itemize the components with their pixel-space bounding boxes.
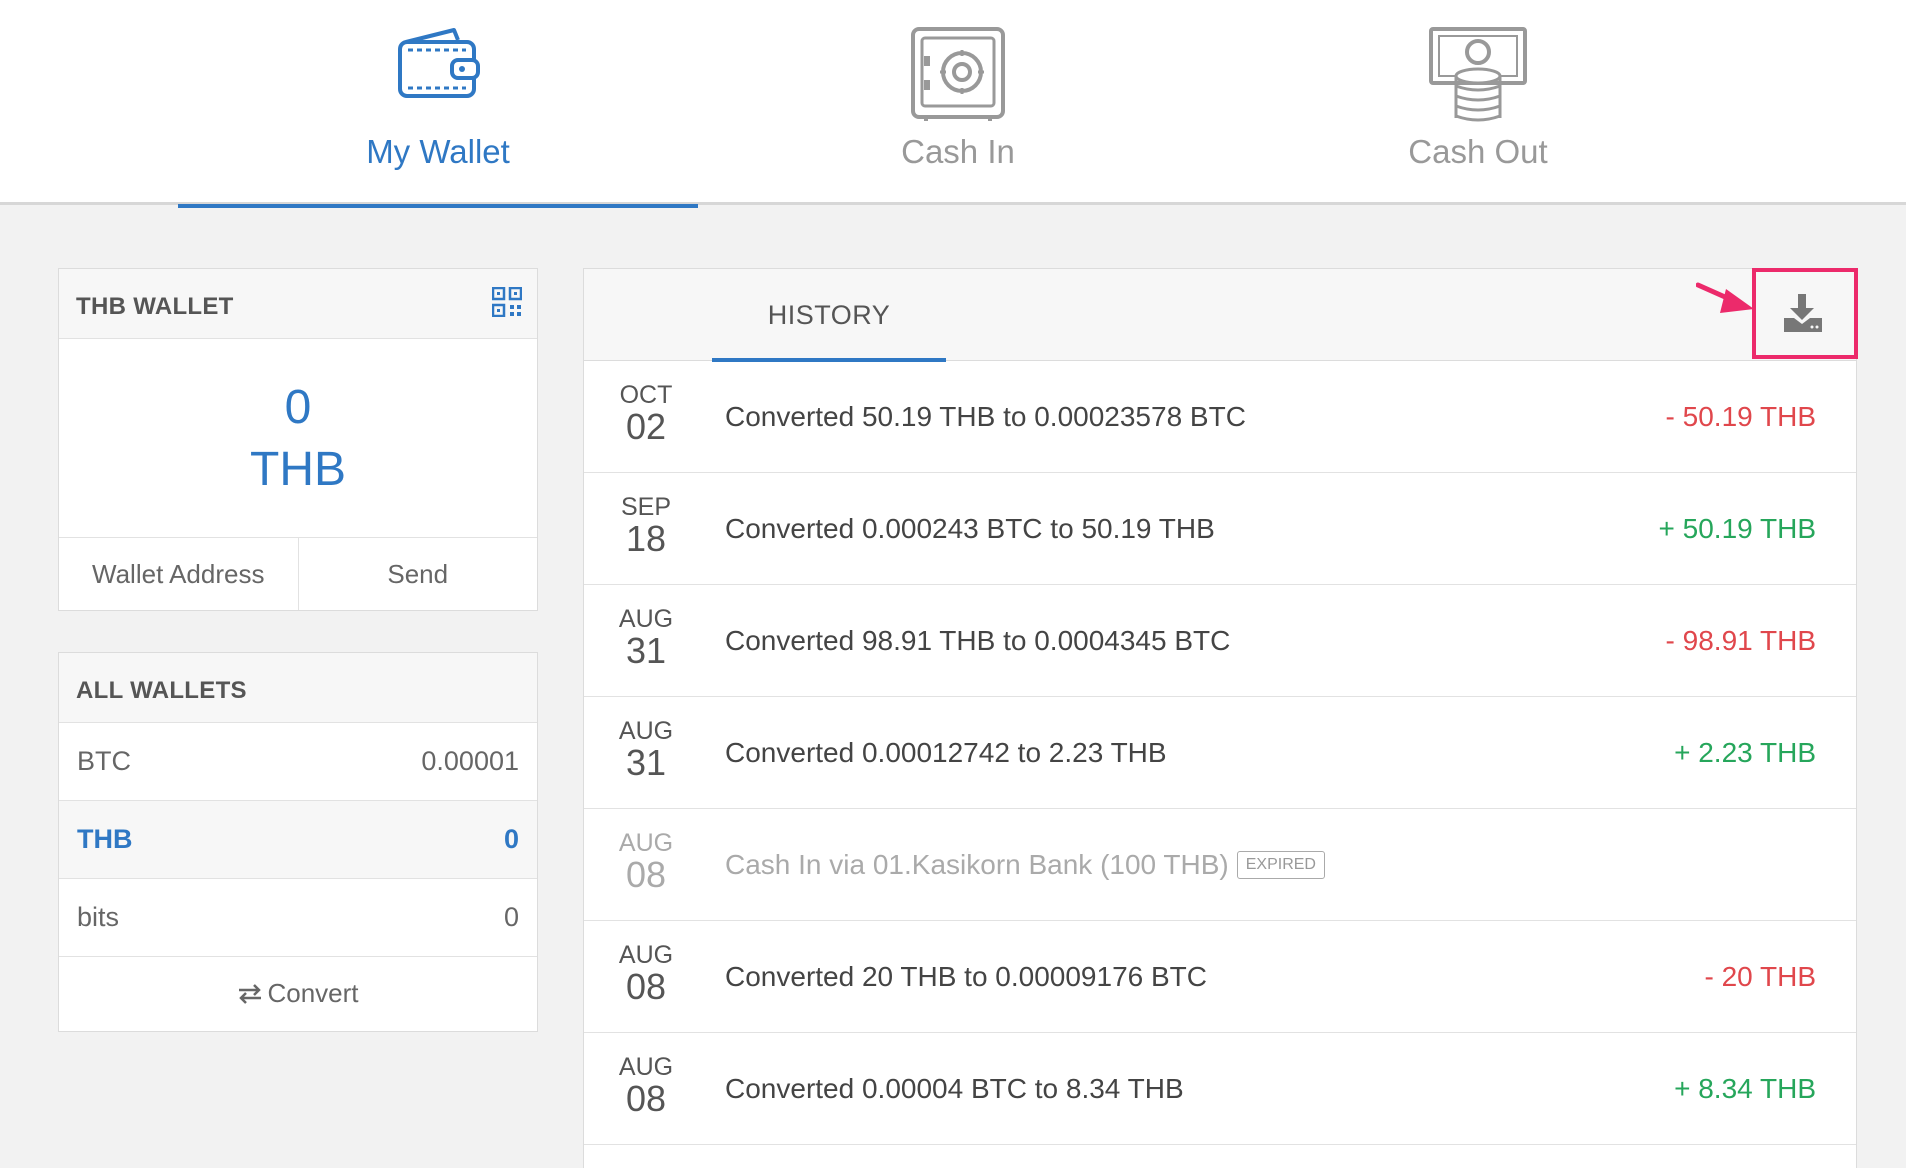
card-title: ALL WALLETS xyxy=(76,677,247,704)
history-header: HISTORY xyxy=(584,268,1858,362)
history-date: AUG 31 xyxy=(604,605,688,669)
history-date: SEP 18 xyxy=(604,493,688,557)
history-date: AUG 31 xyxy=(604,717,688,781)
history-month: AUG xyxy=(618,605,674,633)
tab-label: Cash Out xyxy=(1408,133,1548,170)
card-header: THB WALLET xyxy=(59,269,537,339)
balance-currency: THB xyxy=(250,442,346,496)
wallet-currency: bits xyxy=(77,902,120,932)
expired-badge: EXPIRED xyxy=(1236,850,1325,879)
top-navigation: My Wallet Cash In Cash Out xyxy=(0,0,1906,208)
history-row[interactable]: OCT 02 Converted 50.19 THB to 0.00023578… xyxy=(584,361,1856,473)
wallet-amount: 0 xyxy=(503,902,519,932)
history-description: Converted 50.19 THB to 0.00023578 BTC xyxy=(725,401,1246,432)
wallet-address-button[interactable]: Wallet Address xyxy=(59,538,298,610)
download-icon xyxy=(1784,294,1822,332)
wallet-row-thb[interactable]: THB 0 xyxy=(59,801,537,879)
history-row[interactable]: AUG 08 Cash In via 01.Kasikorn Bank (100… xyxy=(584,809,1856,921)
convert-label: Convert xyxy=(267,978,359,1008)
history-row[interactable]: AUG 08 Converted 20 THB to 0.00009176 BT… xyxy=(584,921,1856,1033)
card-header: ALL WALLETS xyxy=(59,653,537,723)
history-description: Converted 0.00012742 to 2.23 THB xyxy=(725,737,1167,768)
history-amount: + 50.19 THB xyxy=(1658,513,1816,544)
history-row[interactable]: SEP 18 Converted 0.000243 BTC to 50.19 T… xyxy=(584,473,1856,585)
history-date: AUG 08 xyxy=(604,941,688,1005)
history-month: AUG xyxy=(618,941,674,969)
history-amount: + 8.34 THB xyxy=(1674,1073,1816,1104)
wallet-amount: 0 xyxy=(503,824,519,854)
wallet-row-bits[interactable]: bits 0 xyxy=(59,879,537,957)
history-day: 08 xyxy=(625,1078,667,1119)
history-description: Cash In via 01.Kasikorn Bank (100 THB) EX… xyxy=(725,809,1325,921)
history-month: OCT xyxy=(619,381,673,409)
balance-amount: 0 xyxy=(284,381,312,434)
tab-cash-out[interactable]: Cash Out xyxy=(1218,0,1738,205)
tab-history[interactable]: HISTORY xyxy=(712,269,946,362)
history-row[interactable]: AUG 31 Converted 0.00012742 to 2.23 THB … xyxy=(584,697,1856,809)
history-day: 02 xyxy=(625,406,667,447)
history-amount: - 50.19 THB xyxy=(1665,401,1816,432)
tab-label: Cash In xyxy=(901,133,1015,170)
tab-cash-in[interactable]: Cash In xyxy=(698,0,1218,205)
history-description: Converted 98.91 THB to 0.0004345 BTC xyxy=(725,625,1231,656)
card-title: THB WALLET xyxy=(76,293,234,320)
all-wallets-card: ALL WALLETS BTC 0.00001 THB 0 bits 0 Con… xyxy=(58,652,538,1032)
wallet-balance: 0 THB xyxy=(59,379,537,498)
history-description: Converted 0.00004 BTC to 8.34 THB xyxy=(725,1073,1184,1104)
history-date: OCT 02 xyxy=(604,381,688,445)
wallet-row-btc[interactable]: BTC 0.00001 xyxy=(59,723,537,801)
wallet-currency: BTC xyxy=(77,746,131,776)
cash-coins-icon xyxy=(1429,27,1527,122)
history-panel: HISTORY OCT 02 Converted 50.19 THB to 0.… xyxy=(583,268,1858,1168)
history-row[interactable]: AUG 08 Converted 0.00004 BTC to 8.34 THB… xyxy=(584,1033,1856,1145)
history-amount: + 2.23 THB xyxy=(1674,737,1816,768)
history-day: 08 xyxy=(625,966,667,1007)
exchange-arrows-icon xyxy=(239,984,262,1004)
download-button[interactable] xyxy=(1752,268,1858,359)
send-button[interactable]: Send xyxy=(297,538,538,610)
history-day: 31 xyxy=(625,742,667,783)
wallet-currency: THB xyxy=(77,824,133,854)
history-day: 31 xyxy=(625,630,667,671)
history-month: AUG xyxy=(618,1053,674,1081)
safe-icon xyxy=(911,27,1005,121)
history-month: AUG xyxy=(618,829,674,857)
history-description: Converted 0.000243 BTC to 50.19 THB xyxy=(725,513,1215,544)
qr-code-icon[interactable] xyxy=(492,287,522,317)
tab-label: My Wallet xyxy=(366,133,510,170)
thb-wallet-card: THB WALLET 0 THB Wallet Address Send xyxy=(58,268,538,611)
tab-my-wallet[interactable]: My Wallet xyxy=(178,0,698,208)
history-date: AUG 08 xyxy=(604,829,688,893)
history-day: 08 xyxy=(625,854,667,895)
history-description-text: Cash In via 01.Kasikorn Bank (100 THB) xyxy=(725,849,1229,880)
wallet-amount: 0.00001 xyxy=(421,746,519,776)
wallet-icon xyxy=(398,28,480,98)
history-row[interactable]: AUG 31 Converted 98.91 THB to 0.0004345 … xyxy=(584,585,1856,697)
history-description: Converted 20 THB to 0.00009176 BTC xyxy=(725,961,1208,992)
history-amount: - 98.91 THB xyxy=(1665,625,1816,656)
pointer-arrow-icon xyxy=(1696,282,1754,313)
convert-button[interactable]: Convert xyxy=(59,957,537,1030)
history-date: AUG 08 xyxy=(604,1053,688,1117)
history-month: SEP xyxy=(620,493,672,521)
history-amount: - 20 THB xyxy=(1704,961,1816,992)
wallet-actions: Wallet Address Send xyxy=(59,537,537,610)
history-month: AUG xyxy=(618,717,674,745)
history-day: 18 xyxy=(625,518,667,559)
